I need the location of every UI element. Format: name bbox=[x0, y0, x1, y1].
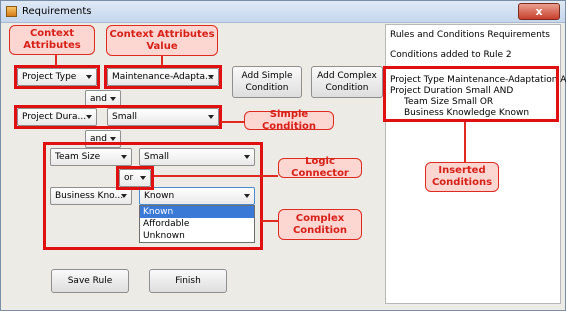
context-value-combo-1[interactable]: Maintenance-Adapta... bbox=[107, 68, 219, 86]
callout-context-attributes-value: Context Attributes Value bbox=[106, 25, 218, 56]
callout-line-logic-connector bbox=[154, 175, 278, 177]
add-complex-label-line1: Add Complex bbox=[317, 71, 377, 81]
callout-complex-condition: Complex Condition bbox=[278, 209, 362, 240]
chevron-down-icon bbox=[208, 115, 214, 119]
rule-line-3: Team Size Small OR bbox=[404, 97, 494, 107]
complex-value-text-2: Known bbox=[144, 191, 175, 201]
logic-connector-combo-1[interactable]: and bbox=[85, 90, 121, 108]
rules-panel-header: Rules and Conditions Requirements bbox=[390, 30, 551, 40]
finish-button[interactable]: Finish bbox=[149, 269, 227, 293]
complex-attribute-text-1: Team Size bbox=[55, 152, 101, 162]
context-value-text-2: Small bbox=[112, 112, 137, 122]
callout-line-simple-condition bbox=[221, 121, 244, 123]
context-attribute-value-2: Project Dura... bbox=[22, 112, 87, 122]
complex-value-combo-1[interactable]: Small bbox=[139, 148, 255, 166]
chevron-down-icon bbox=[244, 194, 250, 198]
context-value-combo-2[interactable]: Small bbox=[107, 108, 219, 126]
title-bar: Requirements x bbox=[1, 1, 565, 23]
add-complex-label-line2: Condition bbox=[325, 83, 369, 93]
add-simple-label-line1: Add Simple bbox=[241, 71, 293, 81]
complex-attribute-text-2: Business Kno... bbox=[55, 191, 124, 201]
dropdown-option-affordable[interactable]: Affordable bbox=[140, 218, 254, 230]
callout-context-attributes: Context Attributes bbox=[9, 25, 95, 55]
callout-simple-condition: Simple Condition bbox=[244, 109, 334, 132]
window-title: Requirements bbox=[22, 6, 92, 17]
chevron-down-icon bbox=[121, 194, 127, 198]
add-complex-condition-button[interactable]: Add Complex Condition bbox=[311, 66, 383, 98]
complex-value-text-1: Small bbox=[144, 152, 169, 162]
chevron-down-icon bbox=[208, 75, 214, 79]
logic-connector-text-1: and bbox=[90, 94, 107, 104]
callout-line-context-value bbox=[161, 56, 163, 66]
close-button[interactable]: x bbox=[518, 3, 560, 20]
complex-attribute-combo-1[interactable]: Team Size bbox=[50, 148, 132, 166]
logic-connector-combo-2[interactable]: and bbox=[85, 130, 121, 148]
complex-connector-combo[interactable]: or bbox=[119, 169, 151, 187]
dropdown-option-known[interactable]: Known bbox=[140, 206, 254, 218]
complex-attribute-combo-2[interactable]: Business Kno... bbox=[50, 187, 132, 205]
complex-value-combo-2[interactable]: Known bbox=[139, 187, 255, 205]
chevron-down-icon bbox=[86, 115, 92, 119]
callout-inserted-conditions: Inserted Conditions bbox=[425, 162, 499, 192]
chevron-down-icon bbox=[121, 155, 127, 159]
complex-connector-text: or bbox=[124, 173, 134, 183]
requirements-window: Requirements x Project Type Maintenance-… bbox=[0, 0, 566, 311]
dropdown-option-unknown[interactable]: Unknown bbox=[140, 230, 254, 242]
context-attribute-value-1: Project Type bbox=[22, 72, 77, 82]
callout-line-inserted-conditions bbox=[464, 122, 466, 162]
context-attribute-combo-2[interactable]: Project Dura... bbox=[17, 108, 97, 126]
add-simple-label-line2: Condition bbox=[245, 83, 289, 93]
callout-logic-connector: Logic Connector bbox=[278, 156, 362, 179]
context-value-text-1: Maintenance-Adapta... bbox=[112, 72, 214, 82]
chevron-down-icon bbox=[110, 97, 116, 101]
chevron-down-icon bbox=[244, 155, 250, 159]
rule-line-2: Project Duration Small AND bbox=[390, 86, 514, 96]
logic-connector-text-2: and bbox=[90, 134, 107, 144]
java-app-icon bbox=[6, 6, 17, 17]
rule-line-1: Project Type Maintenance-Adaptation AND bbox=[390, 75, 566, 85]
chevron-down-icon bbox=[110, 137, 116, 141]
rules-panel-subheader: Conditions added to Rule 2 bbox=[390, 50, 512, 60]
add-simple-condition-button[interactable]: Add Simple Condition bbox=[232, 66, 302, 98]
callout-line-context-attributes bbox=[55, 54, 57, 66]
main-content: Project Type Maintenance-Adapta... and P… bbox=[5, 24, 566, 308]
save-rule-button[interactable]: Save Rule bbox=[51, 269, 129, 293]
context-attribute-combo-1[interactable]: Project Type bbox=[17, 68, 97, 86]
callout-line-complex-condition bbox=[261, 220, 279, 222]
chevron-down-icon bbox=[140, 176, 146, 180]
chevron-down-icon bbox=[86, 75, 92, 79]
value-dropdown-list: Known Affordable Unknown bbox=[139, 205, 255, 243]
rule-line-4: Business Knowledge Known bbox=[404, 108, 530, 118]
